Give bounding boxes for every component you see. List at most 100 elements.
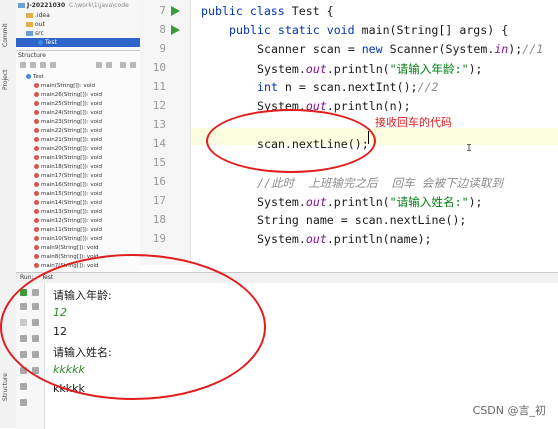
method-label: main10(String[]): void [41,236,102,242]
method-label: main13(String[]): void [41,209,102,215]
structure-method-item[interactable]: main10(String[]): void [16,235,140,243]
method-label: main12(String[]): void [41,218,102,224]
annotation-ellipse [206,109,376,173]
method-icon [34,128,39,133]
tree-item-src[interactable]: src [26,29,44,38]
line-number: 18 [152,213,166,226]
line-number: 19 [152,232,166,245]
method-icon [34,182,39,187]
structure-method-item[interactable]: main9(String[]): void [16,244,140,252]
structure-method-item[interactable]: main14(String[]): void [16,199,140,207]
tab-project[interactable]: Project [2,60,14,100]
method-label: main(String[]): void [41,83,95,89]
tree-item-idea[interactable]: .idea [26,11,50,20]
structure-method-item[interactable]: main20(String[]): void [16,145,140,153]
method-label: main18(String[]): void [41,164,102,170]
structure-method-item[interactable]: main19(String[]): void [16,154,140,162]
structure-method-item[interactable]: main15(String[]): void [16,190,140,198]
method-icon [34,191,39,196]
method-icon [34,209,39,214]
method-label: main24(String[]): void [41,110,102,116]
collapse-icon[interactable] [106,62,112,68]
code-line-11: int n = scan.nextInt();//2 [257,80,439,94]
structure-method-item[interactable]: main23(String[]): void [16,118,140,126]
method-icon [34,83,39,88]
pin-icon[interactable] [20,383,27,390]
method-label: main20(String[]): void [41,146,102,152]
structure-panel: Structure Test main(String[]): void main2… [16,50,140,273]
structure-method-item[interactable]: main26(String[]): void [16,91,140,99]
method-icon [34,110,39,115]
project-root[interactable]: J-20221030 C:\work\1\java\code [18,1,129,10]
structure-method-item[interactable]: main12(String[]): void [16,217,140,225]
tab-commit[interactable]: Commit [2,20,14,50]
line-number: 15 [152,156,166,169]
folder-icon [26,22,33,27]
left-tool-strip: Commit Project Structure [0,0,17,428]
code-line-9: Scanner scan = new Scanner(System.in);//… [257,42,544,56]
code-line-17: System.out.println("请输入姓名:"); [257,195,483,209]
line-number: 12 [152,99,166,112]
method-icon [34,200,39,205]
structure-title: Structure [18,52,46,59]
line-number: 17 [152,194,166,207]
code-line-8: public static void main(String[] args) { [229,23,509,37]
method-label: main19(String[]): void [41,155,102,161]
annotation-ellipse-console [0,254,266,400]
method-label: main21(String[]): void [41,137,102,143]
structure-toolbar [16,61,140,70]
line-number: 11 [152,80,166,93]
filter-icon[interactable] [40,62,46,68]
method-icon [34,245,39,250]
line-number: 7 [159,4,166,17]
method-icon [34,155,39,160]
hide-icon[interactable] [130,62,136,68]
method-icon [34,164,39,169]
expand-icon[interactable] [96,62,102,68]
mouse-ibeam-cursor: I [466,143,473,154]
structure-method-item[interactable]: main11(String[]): void [16,226,140,234]
structure-class-test[interactable]: Test [16,73,140,81]
class-icon [26,74,31,79]
run-main-icon[interactable] [171,25,180,35]
code-line-16: //此时 上班输完之后 回车 会被下边读取到 [257,176,503,190]
line-number: 13 [152,118,166,131]
structure-method-item[interactable]: main13(String[]): void [16,208,140,216]
close-icon[interactable] [20,399,27,406]
method-label: main16(String[]): void [41,182,102,188]
code-line-19: System.out.println(name); [257,232,432,246]
gear-icon[interactable] [120,62,126,68]
method-label: main17(String[]): void [41,173,102,179]
project-tree: J-20221030 C:\work\1\java\code .idea out… [16,0,140,50]
class-icon [38,40,43,45]
code-line-10: System.out.println("请输入年龄:"); [257,62,483,76]
method-icon [34,101,39,106]
run-class-icon[interactable] [171,6,180,16]
structure-method-item[interactable]: main24(String[]): void [16,109,140,117]
method-icon [34,236,39,241]
tree-item-out[interactable]: out [26,20,45,29]
method-label: main26(String[]): void [41,92,102,98]
tab-structure-bottom[interactable]: Structure [2,365,14,409]
watermark: CSDN @言_初 [472,404,546,417]
sort-icon[interactable] [20,62,26,68]
structure-method-item[interactable]: main22(String[]): void [16,127,140,135]
method-icon [34,146,39,151]
sort-alpha-icon[interactable] [30,62,36,68]
method-label: main14(String[]): void [41,200,102,206]
method-icon [34,254,39,259]
line-number: 8 [159,23,166,36]
structure-method-item[interactable]: main16(String[]): void [16,181,140,189]
structure-method-item[interactable]: main18(String[]): void [16,163,140,171]
method-label: main11(String[]): void [41,227,102,233]
structure-method-item[interactable]: main21(String[]): void [16,136,140,144]
line-number: 16 [152,175,166,188]
tree-item-test[interactable]: Test [16,38,140,47]
folder-icon [18,3,25,8]
method-icon [34,218,39,223]
structure-method-item[interactable]: main17(String[]): void [16,172,140,180]
folder-icon [26,13,33,18]
structure-method-item[interactable]: main25(String[]): void [16,100,140,108]
structure-method-item[interactable]: main(String[]): void [16,82,140,90]
fields-icon[interactable] [50,62,56,68]
